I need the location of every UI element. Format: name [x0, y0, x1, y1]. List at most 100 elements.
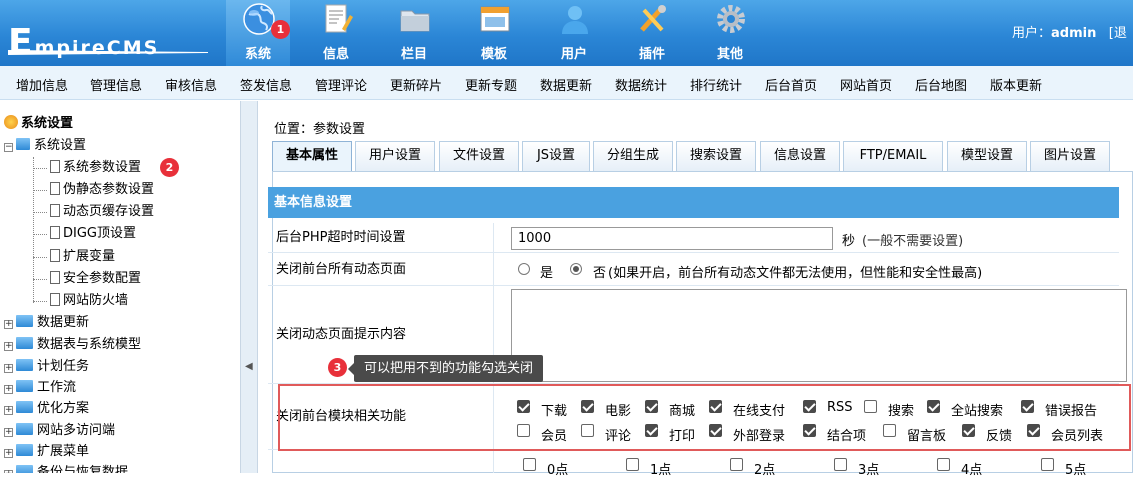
folder-icon [16, 401, 33, 413]
checkbox-label: 3点 [858, 463, 880, 478]
tree-group-system[interactable]: − 系统设置 [4, 136, 86, 156]
folder-icon [16, 423, 33, 435]
radio-yes[interactable] [518, 263, 530, 275]
sidebar-folder-backup[interactable]: +备份与恢复数据 [4, 463, 128, 473]
nav-system[interactable]: 系统 1 [226, 0, 290, 66]
menu-manage-info[interactable]: 管理信息 [90, 75, 142, 94]
sidebar-folder-optimize[interactable]: + 优化方案 [4, 399, 89, 419]
sidebar-folder-ext-menu[interactable]: + 扩展菜单 [4, 442, 89, 462]
radio-no[interactable] [570, 263, 582, 275]
checkbox-hour-2[interactable] [730, 458, 743, 471]
tab-image[interactable]: 图片设置 [1030, 141, 1110, 171]
sidebar-folder-tasks[interactable]: + 计划任务 [4, 357, 89, 377]
sidebar-item-ext-vars[interactable]: 扩展变量 [50, 247, 115, 267]
sidebar-splitter[interactable]: ◀ [240, 101, 258, 473]
menu-site-home[interactable]: 网站首页 [840, 75, 892, 94]
collapse-icon: − [4, 142, 13, 152]
checkbox-hour-0[interactable] [523, 458, 536, 471]
expand-icon: + [4, 448, 13, 458]
checkbox-hour-4[interactable] [937, 458, 950, 471]
expand-icon: + [4, 363, 13, 373]
window-template-icon [480, 6, 510, 32]
sidebar-item-firewall[interactable]: 网站防火墙 [50, 291, 128, 311]
user-icon [562, 6, 588, 34]
checkbox-label: 1点 [650, 463, 672, 478]
tools-icon [640, 5, 666, 32]
page-icon [50, 226, 60, 239]
folder-icon [16, 380, 33, 392]
sidebar-tree: 系统设置 − 系统设置 系统参数设置 2 伪静态参数设置 动态页缓存设置 DIGG… [0, 101, 240, 473]
sidebar-folder-data-update[interactable]: + 数据更新 [4, 313, 89, 333]
folder-icon [16, 359, 33, 371]
nav-label: 其他 [716, 47, 743, 62]
menu-sign-info[interactable]: 签发信息 [240, 75, 292, 94]
expand-icon: + [4, 384, 13, 394]
menu-update-fragments[interactable]: 更新碎片 [390, 75, 442, 94]
tab-info[interactable]: 信息设置 [760, 141, 840, 171]
step-badge-1: 1 [271, 20, 290, 39]
row-close-dynamic: 关闭前台所有动态页面 是 否 (如果开启，前台所有动态文件都无法使用，但性能和安… [268, 253, 1119, 286]
nav-label: 模板 [480, 47, 507, 62]
php-timeout-input[interactable]: 1000 [511, 227, 833, 250]
tab-file[interactable]: 文件设置 [439, 141, 519, 171]
checkbox-label: 4点 [961, 463, 983, 478]
tab-js[interactable]: JS设置 [522, 141, 590, 171]
tab-group-gen[interactable]: 分组生成 [593, 141, 673, 171]
nav-info[interactable]: 信息 [304, 0, 368, 66]
menu-add-info[interactable]: 增加信息 [16, 75, 68, 94]
sidebar-item-digg[interactable]: DIGG顶设置 [50, 224, 136, 244]
tab-user[interactable]: 用户设置 [355, 141, 435, 171]
nav-plugin[interactable]: 插件 [620, 0, 684, 66]
checkbox-hour-5[interactable] [1041, 458, 1054, 471]
logo-word: mpireCMS [34, 37, 160, 59]
page-icon [50, 182, 60, 195]
menu-manage-comments[interactable]: 管理评论 [315, 75, 367, 94]
expand-icon: + [4, 319, 13, 329]
sidebar-item-cache[interactable]: 动态页缓存设置 [50, 202, 154, 222]
menu-admin-map[interactable]: 后台地图 [915, 75, 967, 94]
nav-other[interactable]: 其他 [698, 0, 762, 66]
nav-user[interactable]: 用户 [542, 0, 606, 66]
user-name[interactable]: admin [1051, 26, 1096, 41]
step-badge-3: 3 [328, 358, 347, 377]
quick-menu-bar: 增加信息 管理信息 审核信息 签发信息 管理评论 更新碎片 更新专题 数据更新 … [0, 66, 1133, 100]
top-header: EmpireCMS 系统 1 信息 栏目 模板 用户 插件 其他 用户：admi… [0, 0, 1133, 66]
sidebar-item-security[interactable]: 安全参数配置 [50, 269, 141, 289]
sidebar-folder-multi-access[interactable]: + 网站多访问端 [4, 421, 115, 441]
logout-link[interactable]: [退 [1109, 26, 1127, 41]
row-php-timeout: 后台PHP超时时间设置 1000 秒 (一般不需要设置) [268, 223, 1119, 253]
close-dynamic-label: 关闭前台所有动态页面 [268, 253, 494, 285]
tab-model[interactable]: 模型设置 [947, 141, 1027, 171]
nav-label: 插件 [638, 47, 665, 62]
document-edit-icon [325, 4, 353, 33]
system-root-icon [4, 115, 18, 129]
menu-update-topics[interactable]: 更新专题 [465, 75, 517, 94]
menu-version-update[interactable]: 版本更新 [990, 75, 1042, 94]
sidebar-folder-workflow[interactable]: + 工作流 [4, 378, 76, 398]
checkbox-hour-3[interactable] [834, 458, 847, 471]
checkbox-label: 5点 [1065, 463, 1087, 478]
tab-basic[interactable]: 基本属性 [272, 141, 352, 171]
tree-root[interactable]: 系统设置 [4, 114, 73, 134]
breadcrumb: 位置：参数设置 [274, 122, 366, 137]
menu-rank-stats[interactable]: 排行统计 [690, 75, 742, 94]
collapse-arrow-icon[interactable]: ◀ [245, 361, 253, 372]
sidebar-item-system-params[interactable]: 系统参数设置 [50, 158, 141, 178]
nav-column[interactable]: 栏目 [382, 0, 446, 66]
page-icon [50, 160, 60, 173]
menu-review-info[interactable]: 审核信息 [165, 75, 217, 94]
tab-ftp-email[interactable]: FTP/EMAIL [843, 141, 943, 171]
annotation-tooltip: 可以把用不到的功能勾选关闭 [347, 355, 544, 382]
nav-template[interactable]: 模板 [462, 0, 526, 66]
menu-data-update[interactable]: 数据更新 [540, 75, 592, 94]
checkbox-label: 0点 [547, 463, 569, 478]
highlight-box [278, 384, 1131, 451]
menu-admin-home[interactable]: 后台首页 [765, 75, 817, 94]
close-message-textarea[interactable] [511, 289, 1127, 382]
expand-icon: + [4, 341, 13, 351]
tab-search[interactable]: 搜索设置 [676, 141, 756, 171]
menu-data-stats[interactable]: 数据统计 [615, 75, 667, 94]
sidebar-item-rewrite[interactable]: 伪静态参数设置 [50, 180, 154, 200]
sidebar-folder-tables[interactable]: + 数据表与系统模型 [4, 335, 141, 355]
checkbox-hour-1[interactable] [626, 458, 639, 471]
